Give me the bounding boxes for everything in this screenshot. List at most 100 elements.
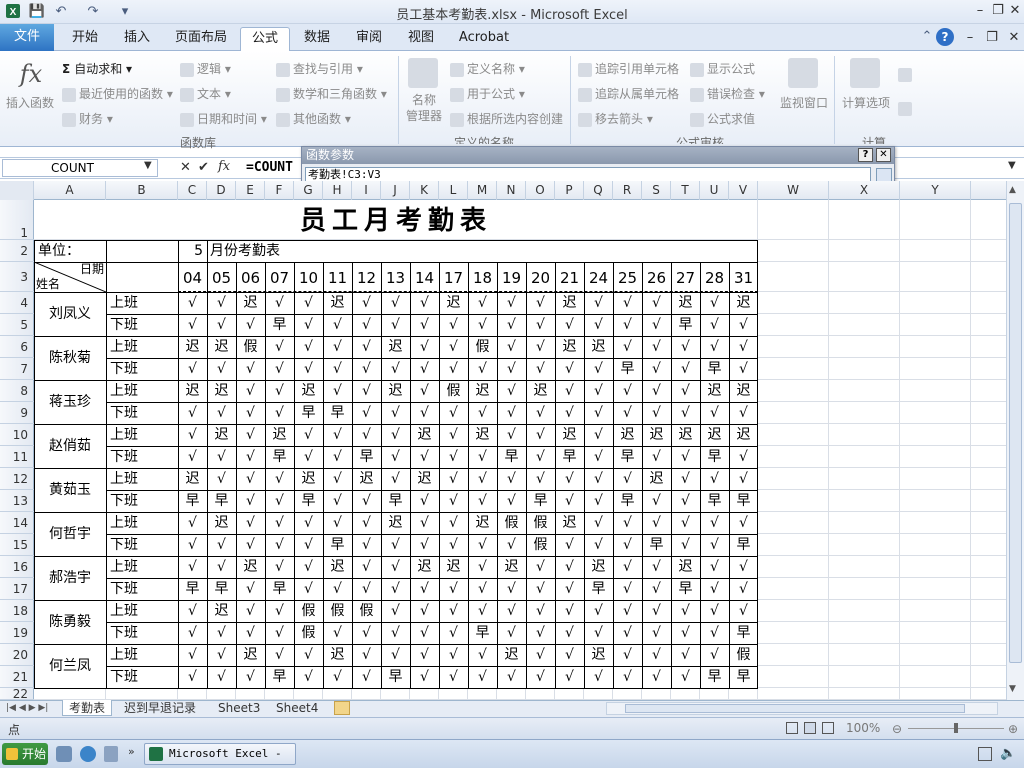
attendance-cell[interactable]: √	[729, 556, 758, 578]
attendance-cell[interactable]: √	[265, 622, 294, 644]
attendance-cell[interactable]: √	[178, 314, 207, 336]
attendance-cell[interactable]: √	[526, 600, 555, 622]
attendance-cell[interactable]: √	[236, 512, 265, 534]
attendance-cell[interactable]: √	[613, 314, 642, 336]
attendance-cell[interactable]: 早	[207, 578, 236, 600]
attendance-cell[interactable]: 迟	[207, 424, 236, 446]
attendance-cell[interactable]: 迟	[410, 424, 439, 446]
volume-icon[interactable]: 🔈	[1000, 746, 1016, 761]
attendance-cell[interactable]: 迟	[584, 644, 613, 666]
attendance-cell[interactable]: √	[497, 424, 526, 446]
attendance-cell[interactable]: √	[497, 314, 526, 336]
scroll-down-icon[interactable]: ▼	[1009, 684, 1016, 694]
sheet-tab-sheet4[interactable]: Sheet4	[270, 700, 324, 716]
employee-name[interactable]: 刘凤义	[34, 292, 106, 336]
attendance-cell[interactable]: √	[526, 578, 555, 600]
horizontal-scroll-thumb[interactable]	[625, 704, 965, 713]
attendance-cell[interactable]: √	[468, 402, 497, 424]
attendance-cell[interactable]: √	[381, 358, 410, 380]
attendance-cell[interactable]: 早	[729, 490, 758, 512]
attendance-cell[interactable]: √	[497, 402, 526, 424]
attendance-cell[interactable]: 假	[352, 600, 381, 622]
attendance-cell[interactable]: √	[439, 644, 468, 666]
attendance-cell[interactable]: 早	[468, 622, 497, 644]
attendance-cell[interactable]: √	[613, 336, 642, 358]
attendance-cell[interactable]: √	[613, 578, 642, 600]
attendance-cell[interactable]: √	[410, 512, 439, 534]
attendance-cell[interactable]: √	[700, 534, 729, 556]
attendance-cell[interactable]: 迟	[236, 292, 265, 314]
attendance-cell[interactable]: √	[207, 358, 236, 380]
attendance-cell[interactable]: 迟	[236, 556, 265, 578]
attendance-cell[interactable]: √	[468, 644, 497, 666]
attendance-cell[interactable]: √	[555, 490, 584, 512]
employee-name[interactable]: 何哲宇	[34, 512, 106, 556]
attendance-cell[interactable]: 早	[613, 446, 642, 468]
attendance-cell[interactable]: √	[352, 292, 381, 314]
attendance-cell[interactable]: 迟	[439, 292, 468, 314]
attendance-cell[interactable]: √	[497, 534, 526, 556]
attendance-cell[interactable]: 早	[294, 402, 323, 424]
attendance-cell[interactable]: 早	[671, 314, 700, 336]
attendance-cell[interactable]: 早	[381, 666, 410, 688]
shift-on-label[interactable]: 上班	[106, 556, 178, 578]
attendance-cell[interactable]: 早	[381, 490, 410, 512]
keyboard-icon[interactable]	[978, 747, 992, 761]
attendance-cell[interactable]: √	[294, 644, 323, 666]
attendance-cell[interactable]: √	[439, 512, 468, 534]
attendance-cell[interactable]: 迟	[555, 424, 584, 446]
attendance-cell[interactable]: 早	[178, 490, 207, 512]
attendance-cell[interactable]: √	[323, 490, 352, 512]
attendance-cell[interactable]: 迟	[671, 556, 700, 578]
attendance-cell[interactable]: 早	[729, 534, 758, 556]
attendance-cell[interactable]: √	[671, 534, 700, 556]
attendance-cell[interactable]: 早	[265, 314, 294, 336]
attendance-cell[interactable]: √	[439, 666, 468, 688]
attendance-cell[interactable]: √	[555, 380, 584, 402]
employee-name[interactable]: 赵俏茹	[34, 424, 106, 468]
attendance-cell[interactable]: √	[178, 534, 207, 556]
attendance-cell[interactable]: √	[178, 358, 207, 380]
attendance-cell[interactable]: √	[178, 556, 207, 578]
attendance-cell[interactable]: √	[439, 424, 468, 446]
vertical-scroll-thumb[interactable]	[1009, 203, 1022, 663]
attendance-cell[interactable]: √	[526, 336, 555, 358]
attendance-cell[interactable]: √	[236, 314, 265, 336]
month-number[interactable]: 5	[178, 240, 207, 262]
attendance-cell[interactable]: √	[323, 336, 352, 358]
page-layout-view-icon[interactable]	[804, 722, 816, 734]
shift-on-label[interactable]: 上班	[106, 468, 178, 490]
attendance-cell[interactable]: √	[178, 446, 207, 468]
attendance-cell[interactable]: 假	[439, 380, 468, 402]
attendance-cell[interactable]: 假	[497, 512, 526, 534]
attendance-cell[interactable]: √	[439, 600, 468, 622]
attendance-cell[interactable]: √	[236, 490, 265, 512]
attendance-cell[interactable]: √	[671, 380, 700, 402]
attendance-cell[interactable]: √	[468, 314, 497, 336]
attendance-cell[interactable]: 早	[323, 402, 352, 424]
attendance-cell[interactable]: 假	[526, 534, 555, 556]
media-player-icon[interactable]	[104, 746, 118, 762]
attendance-cell[interactable]: √	[729, 314, 758, 336]
attendance-cell[interactable]: 早	[526, 490, 555, 512]
attendance-cell[interactable]: √	[178, 292, 207, 314]
attendance-cell[interactable]: 早	[700, 446, 729, 468]
attendance-cell[interactable]: √	[207, 446, 236, 468]
attendance-cell[interactable]: 迟	[468, 424, 497, 446]
attendance-cell[interactable]: 迟	[613, 424, 642, 446]
employee-name[interactable]: 陈秋菊	[34, 336, 106, 380]
attendance-cell[interactable]: 早	[700, 490, 729, 512]
attendance-cell[interactable]: √	[381, 622, 410, 644]
attendance-cell[interactable]: √	[410, 402, 439, 424]
attendance-cell[interactable]: √	[642, 380, 671, 402]
attendance-cell[interactable]: √	[468, 556, 497, 578]
attendance-cell[interactable]: √	[236, 402, 265, 424]
attendance-cell[interactable]: √	[410, 622, 439, 644]
attendance-cell[interactable]: 假	[294, 600, 323, 622]
attendance-cell[interactable]: √	[352, 556, 381, 578]
attendance-cell[interactable]: √	[613, 512, 642, 534]
attendance-cell[interactable]: 迟	[178, 336, 207, 358]
attendance-cell[interactable]: 迟	[729, 424, 758, 446]
attendance-cell[interactable]: 迟	[497, 556, 526, 578]
attendance-cell[interactable]: 早	[497, 446, 526, 468]
